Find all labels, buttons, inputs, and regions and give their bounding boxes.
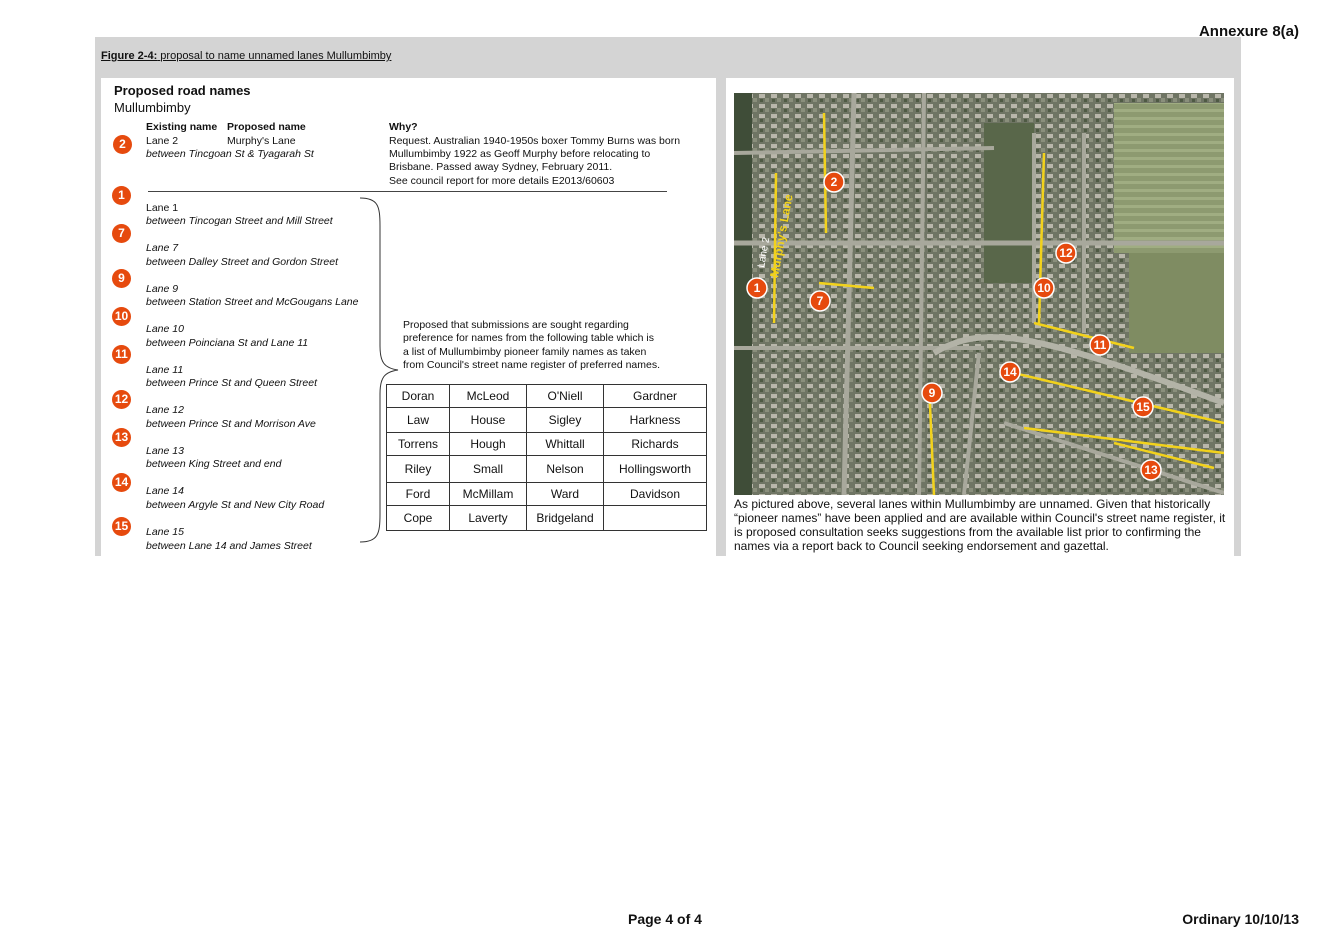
lane-name: Lane 15 xyxy=(146,526,184,538)
proposal-line: Proposed that submissions are sought reg… xyxy=(403,319,629,331)
lane-name: Lane 9 xyxy=(146,283,179,295)
map-marker: 12 xyxy=(1059,246,1073,260)
section-subtitle: Mullumbimby xyxy=(114,100,191,115)
col-why-header: Why? xyxy=(389,121,418,133)
proposal-line: from Council's street name register of p… xyxy=(403,359,661,371)
lane-between: between Argyle St and New City Road xyxy=(146,499,325,511)
map-marker: 2 xyxy=(831,175,838,189)
lane-badge: 15 xyxy=(112,517,131,536)
lane-badge: 13 xyxy=(112,428,131,447)
lane-name: Lane 11 xyxy=(146,364,184,376)
lane-between: between Station Street and McGougans Lan… xyxy=(146,296,359,308)
lane-2-between: between Tincgoan St & Tyagarah St xyxy=(146,148,314,160)
why-line: See council report for more details E201… xyxy=(389,175,615,187)
pioneer-name-cell: Gardner xyxy=(603,384,707,408)
lane-2-existing: Lane 2 xyxy=(146,135,179,147)
pioneer-name-cell: Hough xyxy=(449,432,527,456)
lane-name: Lane 10 xyxy=(146,323,184,335)
map-marker: 11 xyxy=(1094,338,1107,352)
pioneer-name-cell: Ford xyxy=(386,482,450,506)
col-existing-header: Existing name xyxy=(146,121,218,133)
pioneer-name-cell: Sigley xyxy=(526,407,604,433)
map-marker: 15 xyxy=(1136,400,1150,414)
pioneer-name-cell: Bridgeland xyxy=(526,505,604,531)
names-row: Torrens Hough Whittall Richards xyxy=(386,432,707,456)
pioneer-name-cell: O'Niell xyxy=(526,384,604,408)
lane-2-badge: 2 xyxy=(113,135,132,154)
map-marker: 14 xyxy=(1003,365,1017,379)
lane-badge: 11 xyxy=(112,345,131,364)
names-row: Law House Sigley Harkness xyxy=(386,407,707,433)
page-number: Page 4 of 4 xyxy=(628,911,702,927)
names-row: Ford McMillam Ward Davidson xyxy=(386,482,707,506)
aerial-map: Lane 2 Murphy's Lane 1 2 7 9 10 11 12 13… xyxy=(734,93,1224,495)
pioneer-name-cell: McLeod xyxy=(449,384,527,408)
pioneer-name-cell: Law xyxy=(386,407,450,433)
map-marker: 9 xyxy=(929,386,936,400)
lane-between: between Prince St and Queen Street xyxy=(146,377,318,389)
lane-between: between Prince St and Morrison Ave xyxy=(146,418,316,430)
pioneer-name-cell: Doran xyxy=(386,384,450,408)
col-proposed-header: Proposed name xyxy=(227,121,306,133)
names-row: Cope Laverty Bridgeland xyxy=(386,505,707,531)
pioneer-name-cell: Torrens xyxy=(386,432,450,456)
why-line: Brisbane. Passed away Sydney, February 2… xyxy=(389,161,613,173)
lane-name: Lane 12 xyxy=(146,404,184,416)
lane-between: between Poinciana St and Lane 11 xyxy=(146,337,309,349)
lane-badge: 1 xyxy=(112,186,131,205)
names-row: Riley Small Nelson Hollingsworth xyxy=(386,455,707,483)
proposal-line: preference for names from the following … xyxy=(403,332,654,344)
lane-badge: 7 xyxy=(112,224,131,243)
pioneer-name-cell: Small xyxy=(449,455,527,483)
names-row: Doran McLeod O'Niell Gardner xyxy=(386,384,707,408)
pioneer-name-cell: Richards xyxy=(603,432,707,456)
lane-name: Lane 14 xyxy=(146,485,184,497)
lane-between: between King Street and end xyxy=(146,458,282,470)
lane-badge: 12 xyxy=(112,390,131,409)
pioneer-name-cell: Davidson xyxy=(603,482,707,506)
map-marker: 1 xyxy=(754,281,761,295)
lane-between: between Tincogan Street and Mill Street xyxy=(146,215,333,227)
figure-title-text: proposal to name unnamed lanes Mullumbim… xyxy=(160,50,392,62)
section-title: Proposed road names xyxy=(114,83,251,98)
lane-name: Lane 13 xyxy=(146,445,184,457)
lane-between: between Lane 14 and James Street xyxy=(146,540,312,552)
proposal-line: a list of Mullumbimby pioneer family nam… xyxy=(403,346,647,358)
map-marker: 10 xyxy=(1037,281,1051,295)
why-line: Mullumbimby 1922 as Geoff Murphy before … xyxy=(389,148,651,160)
pioneer-name-cell: Riley xyxy=(386,455,450,483)
pioneer-name-cell: Ward xyxy=(526,482,604,506)
pioneer-name-cell: Cope xyxy=(386,505,450,531)
lane-2-proposed: Murphy's Lane xyxy=(227,135,296,147)
pioneer-names-table: Doran McLeod O'Niell Gardner Law House Sigley H… xyxy=(386,384,707,531)
pioneer-name-cell: Whittall xyxy=(526,432,604,456)
lane-name: Lane 1 xyxy=(146,202,179,214)
map-caption: As pictured above, several lanes within … xyxy=(734,497,1226,553)
lane-badge: 14 xyxy=(112,473,131,492)
pioneer-name-cell: Hollingsworth xyxy=(603,455,707,483)
pioneer-name-cell: Nelson xyxy=(526,455,604,483)
why-line: Request. Australian 1940-1950s boxer Tom… xyxy=(389,135,681,147)
pioneer-name-cell: Harkness xyxy=(603,407,707,433)
pioneer-name-cell: Laverty xyxy=(449,505,527,531)
map-marker: 7 xyxy=(817,294,824,308)
pioneer-name-cell xyxy=(603,505,707,531)
pioneer-name-cell: McMillam xyxy=(449,482,527,506)
map-marker: 13 xyxy=(1144,463,1158,477)
figure-title: Figure 2-4: proposal to name unnamed lan… xyxy=(101,50,391,62)
lane-name: Lane 7 xyxy=(146,242,179,254)
figure-label: Figure 2-4: xyxy=(101,50,158,62)
lane-badge: 10 xyxy=(112,307,131,326)
pioneer-name-cell: House xyxy=(449,407,527,433)
lane-badge: 9 xyxy=(112,269,131,288)
lane-between: between Dalley Street and Gordon Street xyxy=(146,256,339,268)
divider xyxy=(148,191,667,192)
meeting-label: Ordinary 10/10/13 xyxy=(1182,911,1299,927)
